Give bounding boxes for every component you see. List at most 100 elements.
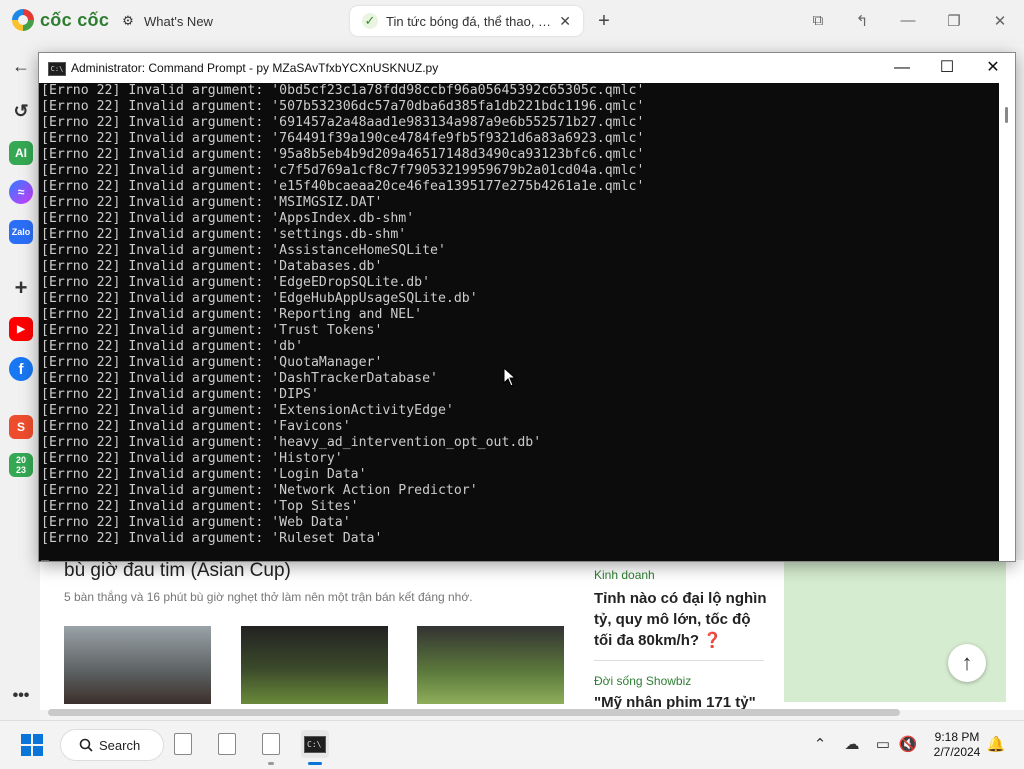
console-line: [Errno 22] Invalid argument: 'EdgeEDropS…: [41, 275, 431, 290]
console-line: [Errno 22] Invalid argument: 'Databases.…: [41, 259, 383, 274]
facebook-icon[interactable]: f: [9, 357, 33, 381]
coccoc-logo-icon: [12, 9, 34, 31]
volume-muted-icon[interactable]: 🔇: [898, 735, 918, 755]
mouse-pointer-icon: [503, 367, 517, 387]
side-article-title[interactable]: Tỉnh nào có đại lộ nghìn tỷ, quy mô lớn,…: [594, 588, 770, 651]
scroll-to-top-icon[interactable]: ↑: [948, 644, 986, 682]
console-line: [Errno 22] Invalid argument: 'ExtensionA…: [41, 403, 454, 418]
display-icon[interactable]: ▭: [873, 735, 893, 755]
console-line: [Errno 22] Invalid argument: 'Login Data…: [41, 467, 367, 482]
taskbar-search[interactable]: Search: [60, 729, 164, 761]
scrollbar-thumb[interactable]: [1005, 107, 1008, 123]
more-icon[interactable]: •••: [9, 684, 33, 708]
taskbar: Search C:\ ⌃ ☁ ▭ 🔇 9:18 PM 2/7/2024 🔔: [0, 720, 1024, 769]
tab-whats-new[interactable]: ⚙ What's New: [108, 6, 338, 36]
console-line: [Errno 22] Invalid argument: 'settings.d…: [41, 227, 407, 242]
calendar-2023-icon[interactable]: 20 23: [9, 453, 33, 477]
news-page: bù giờ đau tim (Asian Cup) 5 bàn thắng v…: [40, 560, 1024, 711]
category-label[interactable]: Kinh doanh: [594, 568, 655, 582]
shopee-icon[interactable]: S: [9, 415, 33, 439]
ai-icon[interactable]: AI: [9, 141, 33, 165]
console-line: [Errno 22] Invalid argument: 'History': [41, 451, 343, 466]
taskbar-cmd-icon[interactable]: C:\: [301, 730, 329, 758]
article-thumbnail[interactable]: [241, 626, 388, 704]
console-line: [Errno 22] Invalid argument: 'Top Sites': [41, 499, 359, 514]
back-arrow-icon[interactable]: ←: [9, 54, 33, 78]
app-active-indicator: [308, 762, 322, 765]
console-line: [Errno 22] Invalid argument: 'Ruleset Da…: [41, 531, 383, 546]
cmd-close-icon[interactable]: ✕: [978, 57, 1008, 79]
taskbar-file-icon[interactable]: [170, 731, 196, 757]
browser-brand[interactable]: cốc cốc: [12, 9, 109, 31]
console-line: [Errno 22] Invalid argument: 'db': [41, 339, 304, 354]
console-line: [Errno 22] Invalid argument: 'DIPS': [41, 387, 319, 402]
brand-name: cốc cốc: [40, 9, 110, 30]
youtube-icon[interactable]: ▶: [9, 317, 33, 341]
clock-time: 9:18 PM: [934, 730, 980, 744]
browser-close-icon[interactable]: ✕: [988, 12, 1012, 30]
browser-tab-bar: cốc cốc ⚙ What's New ✓ Tin tức bóng đá, …: [0, 0, 1024, 44]
console-line: [Errno 22] Invalid argument: 'Web Data': [41, 515, 351, 530]
tab-title: What's New: [144, 13, 213, 29]
browser-minimize-icon[interactable]: —: [896, 12, 920, 29]
tray-chevron-up-icon[interactable]: ⌃: [810, 735, 830, 755]
console-line: [Errno 22] Invalid argument: 'DashTracke…: [41, 371, 438, 386]
start-windows-icon[interactable]: [21, 734, 43, 756]
cmd-window-title: Administrator: Command Prompt - py MZaSA…: [71, 61, 439, 75]
console-line: [Errno 22] Invalid argument: '691457a2a4…: [41, 115, 645, 130]
article-thumbnail[interactable]: [64, 626, 211, 704]
cmd-title-bar[interactable]: C:\ Administrator: Command Prompt - py M…: [39, 53, 1015, 83]
tab-title: Tin tức bóng đá, thể thao, giải trí: [386, 13, 551, 29]
category-label[interactable]: Đời sống Showbiz: [594, 674, 691, 688]
history-icon[interactable]: ↺: [9, 99, 33, 123]
article-thumbnail[interactable]: [417, 626, 564, 704]
horizontal-scrollbar[interactable]: [48, 709, 900, 716]
console-line: [Errno 22] Invalid argument: 'Assistance…: [41, 243, 446, 258]
cmd-minimize-icon[interactable]: —: [887, 57, 917, 79]
tab-news[interactable]: ✓ Tin tức bóng đá, thể thao, giải trí ✕: [350, 6, 583, 36]
console-line: [Errno 22] Invalid argument: 'QuotaManag…: [41, 355, 383, 370]
search-label: Search: [99, 737, 141, 753]
messenger-icon[interactable]: ≈: [9, 180, 33, 204]
console-line: [Errno 22] Invalid argument: 'heavy_ad_i…: [41, 435, 542, 450]
screen-capture-icon[interactable]: ⧉: [806, 12, 830, 29]
search-icon: [79, 738, 93, 752]
console-line: [Errno 22] Invalid argument: '507b532306…: [41, 99, 645, 114]
cmd-maximize-icon[interactable]: ☐: [932, 57, 962, 79]
console-output[interactable]: [Errno 22] Invalid argument: '0bd5cf23c1…: [39, 83, 999, 561]
add-shortcut-icon[interactable]: +: [9, 275, 33, 300]
console-line: [Errno 22] Invalid argument: 'e15f40bcae…: [41, 179, 645, 194]
console-line: [Errno 22] Invalid argument: 'AppsIndex.…: [41, 211, 415, 226]
app-running-indicator: [268, 762, 274, 765]
network-off-icon[interactable]: ☁: [842, 735, 862, 755]
settings-gear-icon: ⚙: [122, 13, 134, 28]
taskbar-file-icon[interactable]: [258, 731, 284, 757]
taskbar-clock[interactable]: 9:18 PM 2/7/2024: [924, 730, 990, 760]
notification-bell-icon[interactable]: 🔔: [986, 735, 1006, 755]
console-line: [Errno 22] Invalid argument: 'Reporting …: [41, 307, 423, 322]
console-scrollbar[interactable]: [999, 83, 1015, 561]
back-share-icon[interactable]: ↰: [850, 12, 874, 30]
divider: [594, 660, 764, 661]
tab-close-icon[interactable]: ✕: [559, 13, 571, 30]
cmd-app-icon: C:\: [48, 62, 66, 76]
zalo-icon[interactable]: Zalo: [9, 220, 33, 244]
console-line: [Errno 22] Invalid argument: 'Network Ac…: [41, 483, 478, 498]
browser-maximize-icon[interactable]: ❐: [942, 12, 966, 30]
console-cursor: _: [41, 547, 49, 561]
console-line: [Errno 22] Invalid argument: '95a8b5eb4b…: [41, 147, 645, 162]
article-headline[interactable]: bù giờ đau tim (Asian Cup): [64, 560, 291, 582]
clock-date: 2/7/2024: [933, 745, 981, 759]
news-favicon-icon: ✓: [362, 13, 378, 29]
console-line: [Errno 22] Invalid argument: '0bd5cf23c1…: [41, 83, 645, 98]
taskbar-file-icon[interactable]: [214, 731, 240, 757]
console-line: [Errno 22] Invalid argument: '764491f39a…: [41, 131, 645, 146]
console-line: [Errno 22] Invalid argument: 'Favicons': [41, 419, 351, 434]
browser-sidebar: ← ↺ AI ≈ Zalo + ▶ f S 20 23 •••: [0, 44, 40, 720]
console-line: [Errno 22] Invalid argument: 'EdgeHubApp…: [41, 291, 478, 306]
article-summary: 5 bàn thắng và 16 phút bù giờ nghẹt thở …: [64, 590, 473, 604]
console-line: [Errno 22] Invalid argument: 'c7f5d769a1…: [41, 163, 645, 178]
new-tab-plus-icon[interactable]: +: [593, 10, 615, 32]
console-line: [Errno 22] Invalid argument: 'Trust Toke…: [41, 323, 383, 338]
command-prompt-window[interactable]: C:\ Administrator: Command Prompt - py M…: [38, 52, 1016, 562]
